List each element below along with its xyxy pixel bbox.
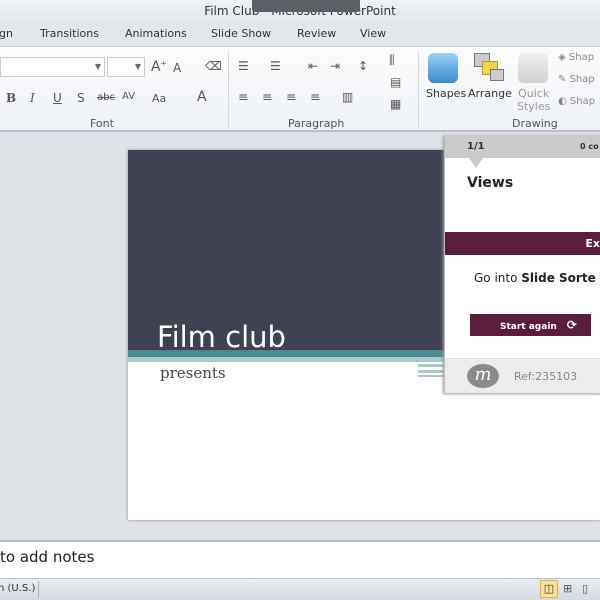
tab-review[interactable]: Review — [297, 27, 336, 40]
tab-animations[interactable]: Animations — [125, 27, 187, 40]
strikethrough-icon[interactable]: abc — [97, 92, 115, 103]
decrease-indent-icon[interactable]: ⇤ — [308, 59, 318, 73]
panel-footer: m Ref:235103 — [445, 358, 600, 393]
columns-icon[interactable]: ▥ — [342, 90, 353, 104]
font-color-icon[interactable]: A — [197, 89, 207, 105]
change-case-icon[interactable]: Aa — [152, 92, 166, 105]
ribbon: ▼ ▼ A+ A ⌫ B I U S abc AV Aa A Font ☰ ☰ … — [0, 46, 600, 132]
start-again-button[interactable]: Start again ⟳ — [470, 314, 591, 336]
grow-font-icon[interactable]: A+ — [151, 59, 166, 75]
tab-view[interactable]: View — [360, 27, 386, 40]
quick-access-toolbar[interactable] — [252, 0, 360, 12]
tab-slide-show[interactable]: Slide Show — [211, 27, 271, 40]
shrink-font-icon[interactable]: A — [173, 61, 181, 75]
underline-icon[interactable]: U — [53, 91, 62, 105]
notes-placeholder: to add notes — [0, 548, 95, 566]
text-direction-icon[interactable]: ⫼ — [389, 53, 395, 68]
group-label-font: Font — [90, 117, 114, 130]
language-indicator[interactable]: n (U.S.) — [0, 583, 35, 594]
slide-sorter-icon[interactable]: ⊞ — [563, 582, 572, 595]
align-left-icon[interactable]: ≡ — [238, 90, 248, 104]
tutorial-panel: 1/1 0 co Views Ex Go into Slide Sorte St… — [444, 135, 600, 393]
align-right-icon[interactable]: ≡ — [286, 90, 296, 104]
slide-subtitle[interactable]: presents — [160, 364, 226, 382]
shape-fill-button[interactable]: ◈ Shap — [558, 52, 594, 63]
arrange-button[interactable]: Arrange — [468, 87, 512, 100]
slide-title[interactable]: Film club — [157, 320, 286, 354]
center-icon[interactable]: ≡ — [262, 90, 272, 104]
notes-pane[interactable]: to add notes — [0, 540, 600, 578]
shape-outline-button[interactable]: ✎ Shap — [558, 74, 595, 85]
char-spacing-icon[interactable]: AV — [122, 91, 135, 102]
panel-section-bar: Ex — [445, 232, 600, 255]
comment-count: 0 co — [580, 142, 599, 151]
smartart-icon[interactable]: ▦ — [390, 97, 401, 111]
refresh-icon: ⟳ — [566, 318, 577, 332]
status-bar: n (U.S.) ◫ ⊞ ▯ — [0, 578, 600, 600]
justify-icon[interactable]: ≡ — [310, 90, 320, 104]
header-pointer — [469, 158, 483, 168]
panel-header: 1/1 0 co — [445, 135, 600, 158]
tab-design[interactable]: gn — [0, 27, 13, 40]
clear-format-icon[interactable]: ⌫ — [205, 59, 222, 73]
shapes-icon[interactable] — [428, 53, 458, 83]
tab-transitions[interactable]: Transitions — [40, 27, 99, 40]
group-label-paragraph: Paragraph — [288, 117, 345, 130]
reference-number: Ref:235103 — [514, 370, 578, 383]
shapes-button[interactable]: Shapes — [426, 87, 466, 100]
line-spacing-icon[interactable]: ↕ — [358, 59, 368, 73]
font-size-combo[interactable]: ▼ — [107, 57, 145, 77]
step-counter: 1/1 — [467, 141, 485, 152]
panel-heading: Views — [467, 175, 514, 191]
shape-effects-button[interactable]: ◐ Shap — [558, 96, 595, 107]
increase-indent-icon[interactable]: ⇥ — [330, 59, 340, 73]
font-name-combo[interactable]: ▼ — [0, 57, 105, 77]
ribbon-tabs: gn Transitions Animations Slide Show Rev… — [0, 22, 600, 46]
quick-styles-button[interactable]: Quick Styles — [517, 87, 550, 113]
bold-icon[interactable]: B — [6, 91, 16, 105]
logo-icon: m — [467, 364, 499, 388]
numbering-icon[interactable]: ☰ — [270, 59, 281, 73]
align-text-icon[interactable]: ▤ — [390, 75, 401, 89]
italic-icon[interactable]: I — [30, 91, 35, 105]
shadow-icon[interactable]: S — [77, 91, 85, 105]
reading-view-icon[interactable]: ▯ — [582, 582, 588, 595]
group-label-drawing: Drawing — [512, 117, 558, 130]
normal-view-icon[interactable]: ◫ — [540, 580, 558, 598]
instruction-text: Go into Slide Sorte — [474, 271, 596, 285]
bullets-icon[interactable]: ☰ — [238, 59, 249, 73]
quick-styles-icon[interactable] — [518, 53, 548, 83]
